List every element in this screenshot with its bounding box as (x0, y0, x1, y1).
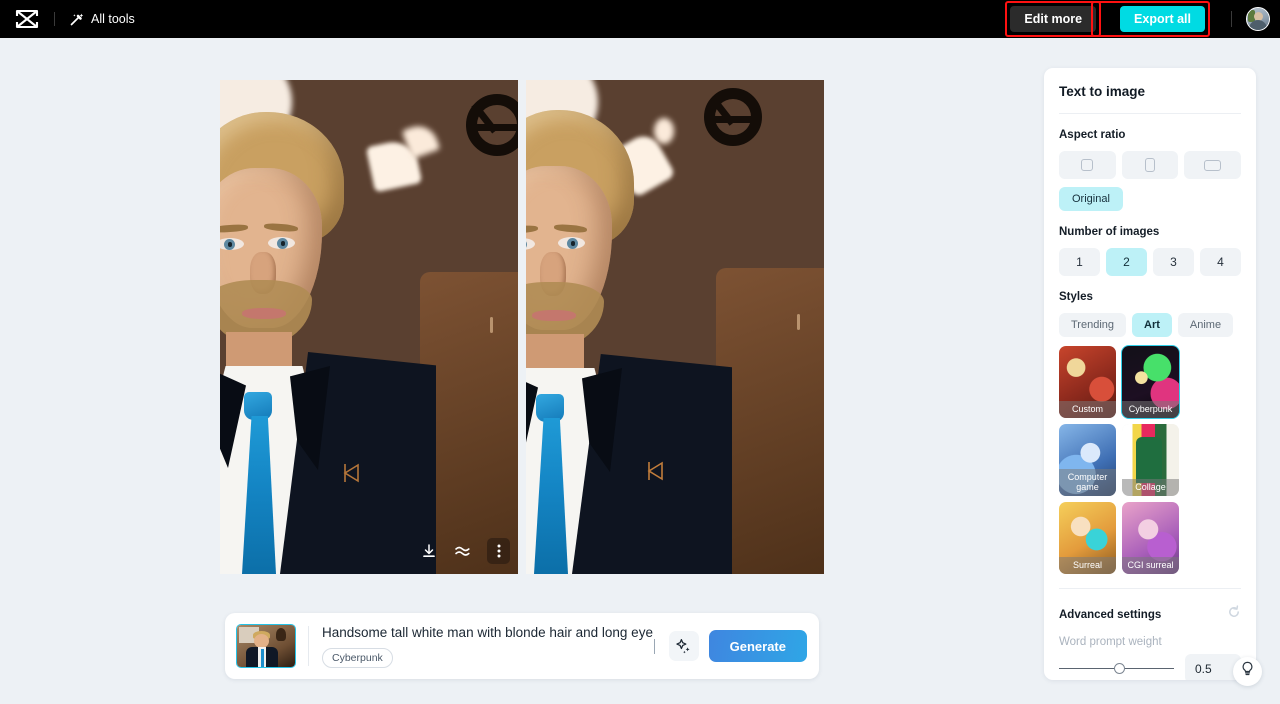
slider-knob[interactable] (1114, 663, 1126, 674)
reference-thumbnail[interactable] (236, 624, 296, 668)
mouth (242, 308, 286, 319)
tab-anime[interactable]: Anime (1177, 313, 1234, 337)
style-computer-game[interactable]: Computer game (1059, 424, 1116, 496)
wheel-spoke-h (713, 116, 757, 123)
prompt-bar: Handsome tall white man with blonde hair… (225, 613, 819, 679)
aspect-ratio-label: Aspect ratio (1059, 129, 1126, 141)
light-patch-2 (654, 118, 674, 144)
avatar-body (1249, 20, 1267, 30)
door-handle (490, 317, 493, 333)
number-option-2[interactable]: 2 (1106, 248, 1147, 276)
pupil-right (280, 241, 285, 246)
more-options-icon[interactable] (487, 538, 510, 564)
advanced-settings-header: Advanced settings (1059, 605, 1241, 624)
generated-image-2-art (526, 80, 824, 574)
aspect-ratio-options (1059, 151, 1242, 179)
pupil-left (227, 242, 232, 247)
all-tools-button[interactable]: All tools (69, 12, 135, 27)
portrait-icon (1145, 158, 1155, 172)
style-cyberpunk-label: Cyberpunk (1122, 401, 1179, 418)
landscape-icon (1204, 159, 1222, 171)
style-custom[interactable]: Custom (1059, 346, 1116, 418)
prompt-divider (308, 626, 309, 666)
capcut-logo-icon[interactable] (14, 8, 40, 30)
aspect-ratio-square[interactable] (1059, 151, 1116, 179)
prompt-input-area[interactable]: Handsome tall white man with blonde hair… (322, 624, 654, 668)
advanced-settings-label: Advanced settings (1059, 608, 1162, 621)
square-icon (1081, 159, 1094, 171)
door-handle (797, 314, 800, 330)
image-1-toolbar (419, 538, 510, 564)
number-of-images-options: 1 2 3 4 (1059, 248, 1241, 276)
top-bar-divider-2 (1231, 11, 1232, 27)
download-icon[interactable] (419, 541, 439, 561)
generated-image-1[interactable] (220, 80, 518, 574)
top-bar-right: Edit more Export all (1005, 1, 1280, 37)
wall-art-wheel (704, 88, 762, 146)
aspect-ratio-portrait[interactable] (1121, 151, 1179, 179)
door-panel (716, 268, 824, 574)
number-option-1[interactable]: 1 (1059, 248, 1100, 276)
word-prompt-weight-label: Word prompt weight (1059, 636, 1162, 648)
edit-more-button[interactable]: Edit more (1010, 6, 1097, 32)
generated-image-1-art (220, 80, 518, 574)
all-tools-label: All tools (91, 12, 135, 26)
style-surreal-label: Surreal (1059, 557, 1116, 574)
prompt-style-tag[interactable]: Cyberpunk (322, 648, 393, 668)
sparkle-icon[interactable] (668, 631, 699, 661)
edit-more-highlight: Edit more (1005, 1, 1101, 37)
magic-wand-icon (69, 12, 84, 27)
number-option-3[interactable]: 3 (1153, 248, 1194, 276)
text-to-image-panel: Text to image Aspect ratio Original Numb… (1044, 68, 1256, 680)
generated-image-2[interactable] (526, 80, 824, 574)
styles-grid: Custom Cyberpunk Computer game Collage S… (1059, 345, 1241, 574)
word-prompt-weight-row: 0.5 (1059, 654, 1241, 680)
top-bar-divider (54, 12, 55, 26)
styles-tabs: Trending Art Anime (1059, 313, 1241, 337)
lapel-pin-icon (342, 462, 362, 489)
style-cgi-surreal[interactable]: CGI surreal (1122, 502, 1179, 574)
tie-knot (244, 392, 272, 420)
styles-label: Styles (1059, 291, 1093, 303)
tab-trending[interactable]: Trending (1059, 313, 1127, 337)
style-cgi-surreal-label: CGI surreal (1122, 557, 1179, 574)
help-button[interactable] (1233, 657, 1262, 686)
generate-button[interactable]: Generate (708, 630, 807, 662)
thumbnail-head (254, 634, 269, 648)
aspect-ratio-original[interactable]: Original (1059, 187, 1123, 211)
style-surreal[interactable]: Surreal (1059, 502, 1116, 574)
prompt-input[interactable]: Handsome tall white man with blonde hair… (322, 624, 654, 641)
advanced-divider (1059, 588, 1241, 589)
style-custom-label: Custom (1059, 401, 1116, 418)
thumbnail-tie (260, 649, 264, 667)
export-all-highlight: Export all (1091, 1, 1210, 37)
thumbnail-lamp (276, 628, 286, 641)
style-cyberpunk[interactable]: Cyberpunk (1121, 345, 1180, 419)
mouth (532, 310, 576, 321)
text-caret (653, 638, 655, 654)
style-collage-label: Collage (1122, 479, 1179, 496)
reset-icon[interactable] (1227, 605, 1241, 624)
panel-divider (1059, 113, 1241, 114)
tie-knot (536, 394, 564, 422)
avatar[interactable] (1246, 7, 1270, 31)
style-computer-game-label: Computer game (1059, 469, 1116, 496)
lapel-pin-icon (646, 460, 666, 487)
aspect-ratio-landscape[interactable] (1184, 151, 1242, 179)
word-prompt-weight-slider[interactable] (1059, 662, 1174, 676)
tab-art[interactable]: Art (1132, 313, 1172, 337)
variation-icon[interactable] (453, 541, 473, 561)
panel-title: Text to image (1059, 84, 1146, 99)
number-option-4[interactable]: 4 (1200, 248, 1241, 276)
result-canvas (0, 38, 1030, 704)
pupil-right (570, 241, 575, 246)
number-of-images-label: Number of images (1059, 226, 1160, 238)
export-all-button[interactable]: Export all (1120, 6, 1205, 32)
lightbulb-icon (1240, 661, 1255, 682)
style-collage[interactable]: Collage (1122, 424, 1179, 496)
app-root: All tools Edit more Export all Handsome … (0, 0, 1280, 704)
top-bar: All tools Edit more Export all (0, 0, 1280, 38)
